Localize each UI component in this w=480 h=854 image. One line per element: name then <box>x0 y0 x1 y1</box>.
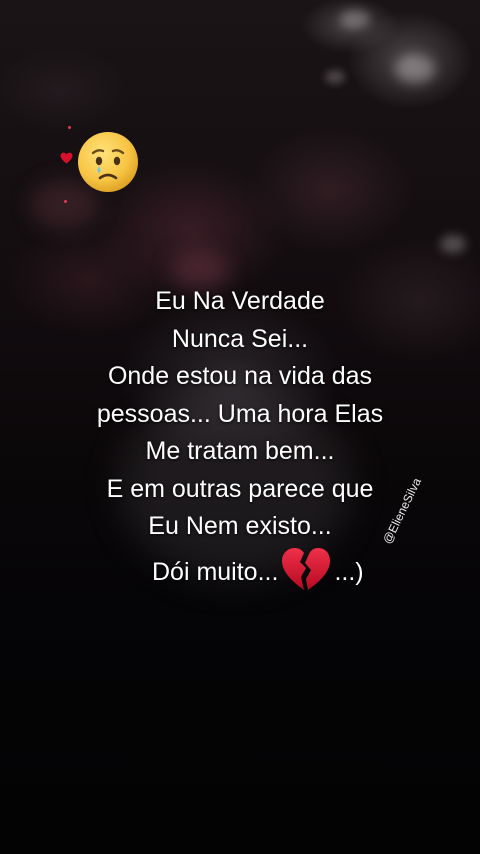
bokeh-highlight <box>395 55 435 83</box>
sparkle-dot <box>68 126 71 129</box>
bokeh-highlight <box>440 235 466 253</box>
quote-line: Eu Na Verdade <box>155 287 325 315</box>
bokeh-highlight <box>325 70 345 84</box>
sparkle-dot <box>64 200 67 203</box>
worried-face-icon <box>78 132 138 192</box>
quote-line: Onde estou na vida das <box>107 362 373 390</box>
photo-background: Eu Na Verdade Nunca Sei... Onde estou na… <box>0 0 480 854</box>
sad-emoji-sticker <box>58 122 148 212</box>
broken-heart-icon <box>282 547 331 590</box>
quote-line: E em outras parece que <box>106 474 374 503</box>
heart-icon <box>60 152 73 164</box>
quote-last-line-start: Dói muito... <box>152 557 279 586</box>
quote-line: Nunca Sei... <box>171 324 309 353</box>
quote-last-line-end: ...) <box>334 557 364 586</box>
quote-text: Eu Na Verdade Nunca Sei... Onde estou na… <box>40 283 440 594</box>
bokeh-highlight <box>340 10 370 28</box>
quote-line: pessoas... Uma hora Elas <box>96 399 384 428</box>
quote-line: Me tratam bem... <box>145 437 335 465</box>
quote-last-line: Dói muito... ...) <box>40 546 440 594</box>
